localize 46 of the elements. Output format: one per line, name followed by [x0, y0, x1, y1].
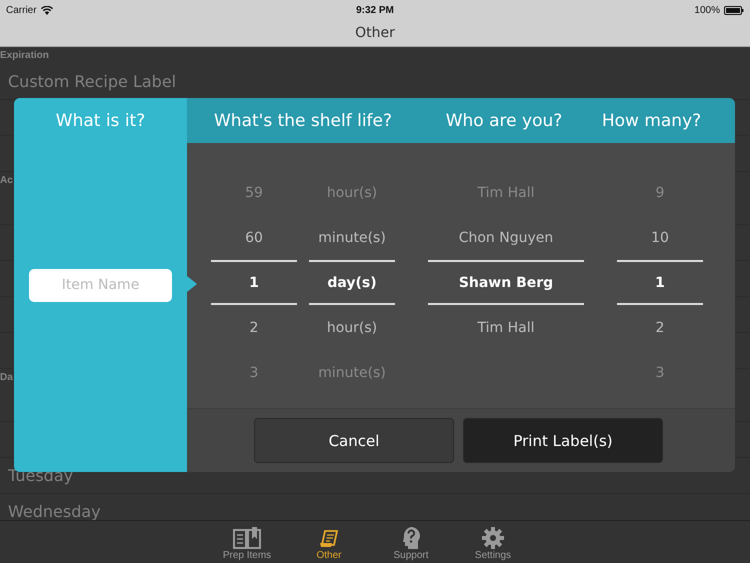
head-question-icon [401, 527, 421, 549]
tab-item[interactable]: Settings [463, 521, 523, 563]
picker-option[interactable]: hour(s) [309, 170, 395, 215]
scroll-icon [319, 529, 339, 549]
section-header: Da [0, 372, 13, 383]
status-time: 9:32 PM [356, 4, 394, 16]
wifi-icon [40, 6, 53, 14]
picker-option[interactable]: 1 [211, 260, 297, 305]
picker-option[interactable]: 3 [617, 350, 703, 395]
tab-item[interactable]: Other [299, 521, 359, 563]
column-title: What's the shelf life? [212, 110, 394, 130]
column-title: Who are you? [444, 110, 564, 130]
panel-title: What is it? [54, 110, 146, 132]
section-header: Expiration [0, 50, 49, 61]
settings-icon [482, 527, 504, 549]
picker-option[interactable]: minute(s) [309, 350, 395, 395]
picker-option[interactable]: 3 [211, 350, 297, 395]
list-item[interactable]: Tuesday [8, 466, 74, 485]
picker-option[interactable]: 1 [617, 260, 703, 305]
tab-item[interactable]: Support [381, 521, 441, 563]
picker-option[interactable]: 2 [617, 305, 703, 350]
print-button[interactable]: Print Label(s) [463, 418, 663, 463]
item-name-field[interactable]: Item Name [29, 268, 172, 302]
picker-option[interactable]: Tim Hall [428, 305, 584, 350]
book-icon [233, 527, 261, 549]
column-title: How many? [600, 110, 702, 130]
list-item[interactable]: Custom Recipe Label [8, 72, 176, 91]
section-header: Ac [0, 175, 13, 186]
picker-option[interactable]: 59 [211, 170, 297, 215]
picker-option[interactable]: Tim Hall [428, 170, 584, 215]
navigation-title: Other [355, 25, 395, 41]
picker-option[interactable]: 10 [617, 215, 703, 260]
picker-option[interactable]: hour(s) [309, 305, 395, 350]
battery-percent: 100% [694, 4, 720, 16]
picker-option[interactable]: Chon Nguyen [428, 215, 584, 260]
list-item[interactable]: Wednesday [8, 502, 101, 520]
picker-option[interactable]: 9 [617, 170, 703, 215]
picker-option[interactable]: day(s) [309, 260, 395, 305]
cancel-button[interactable]: Cancel [254, 418, 454, 463]
picker-option[interactable]: Shawn Berg [428, 260, 584, 305]
picker-option[interactable]: 2 [211, 305, 297, 350]
battery-icon [724, 6, 744, 14]
carrier-label: Carrier [6, 4, 37, 16]
picker-option[interactable]: minute(s) [309, 215, 395, 260]
tab-item[interactable]: Prep Items [217, 521, 277, 563]
picker-option[interactable]: 60 [211, 215, 297, 260]
